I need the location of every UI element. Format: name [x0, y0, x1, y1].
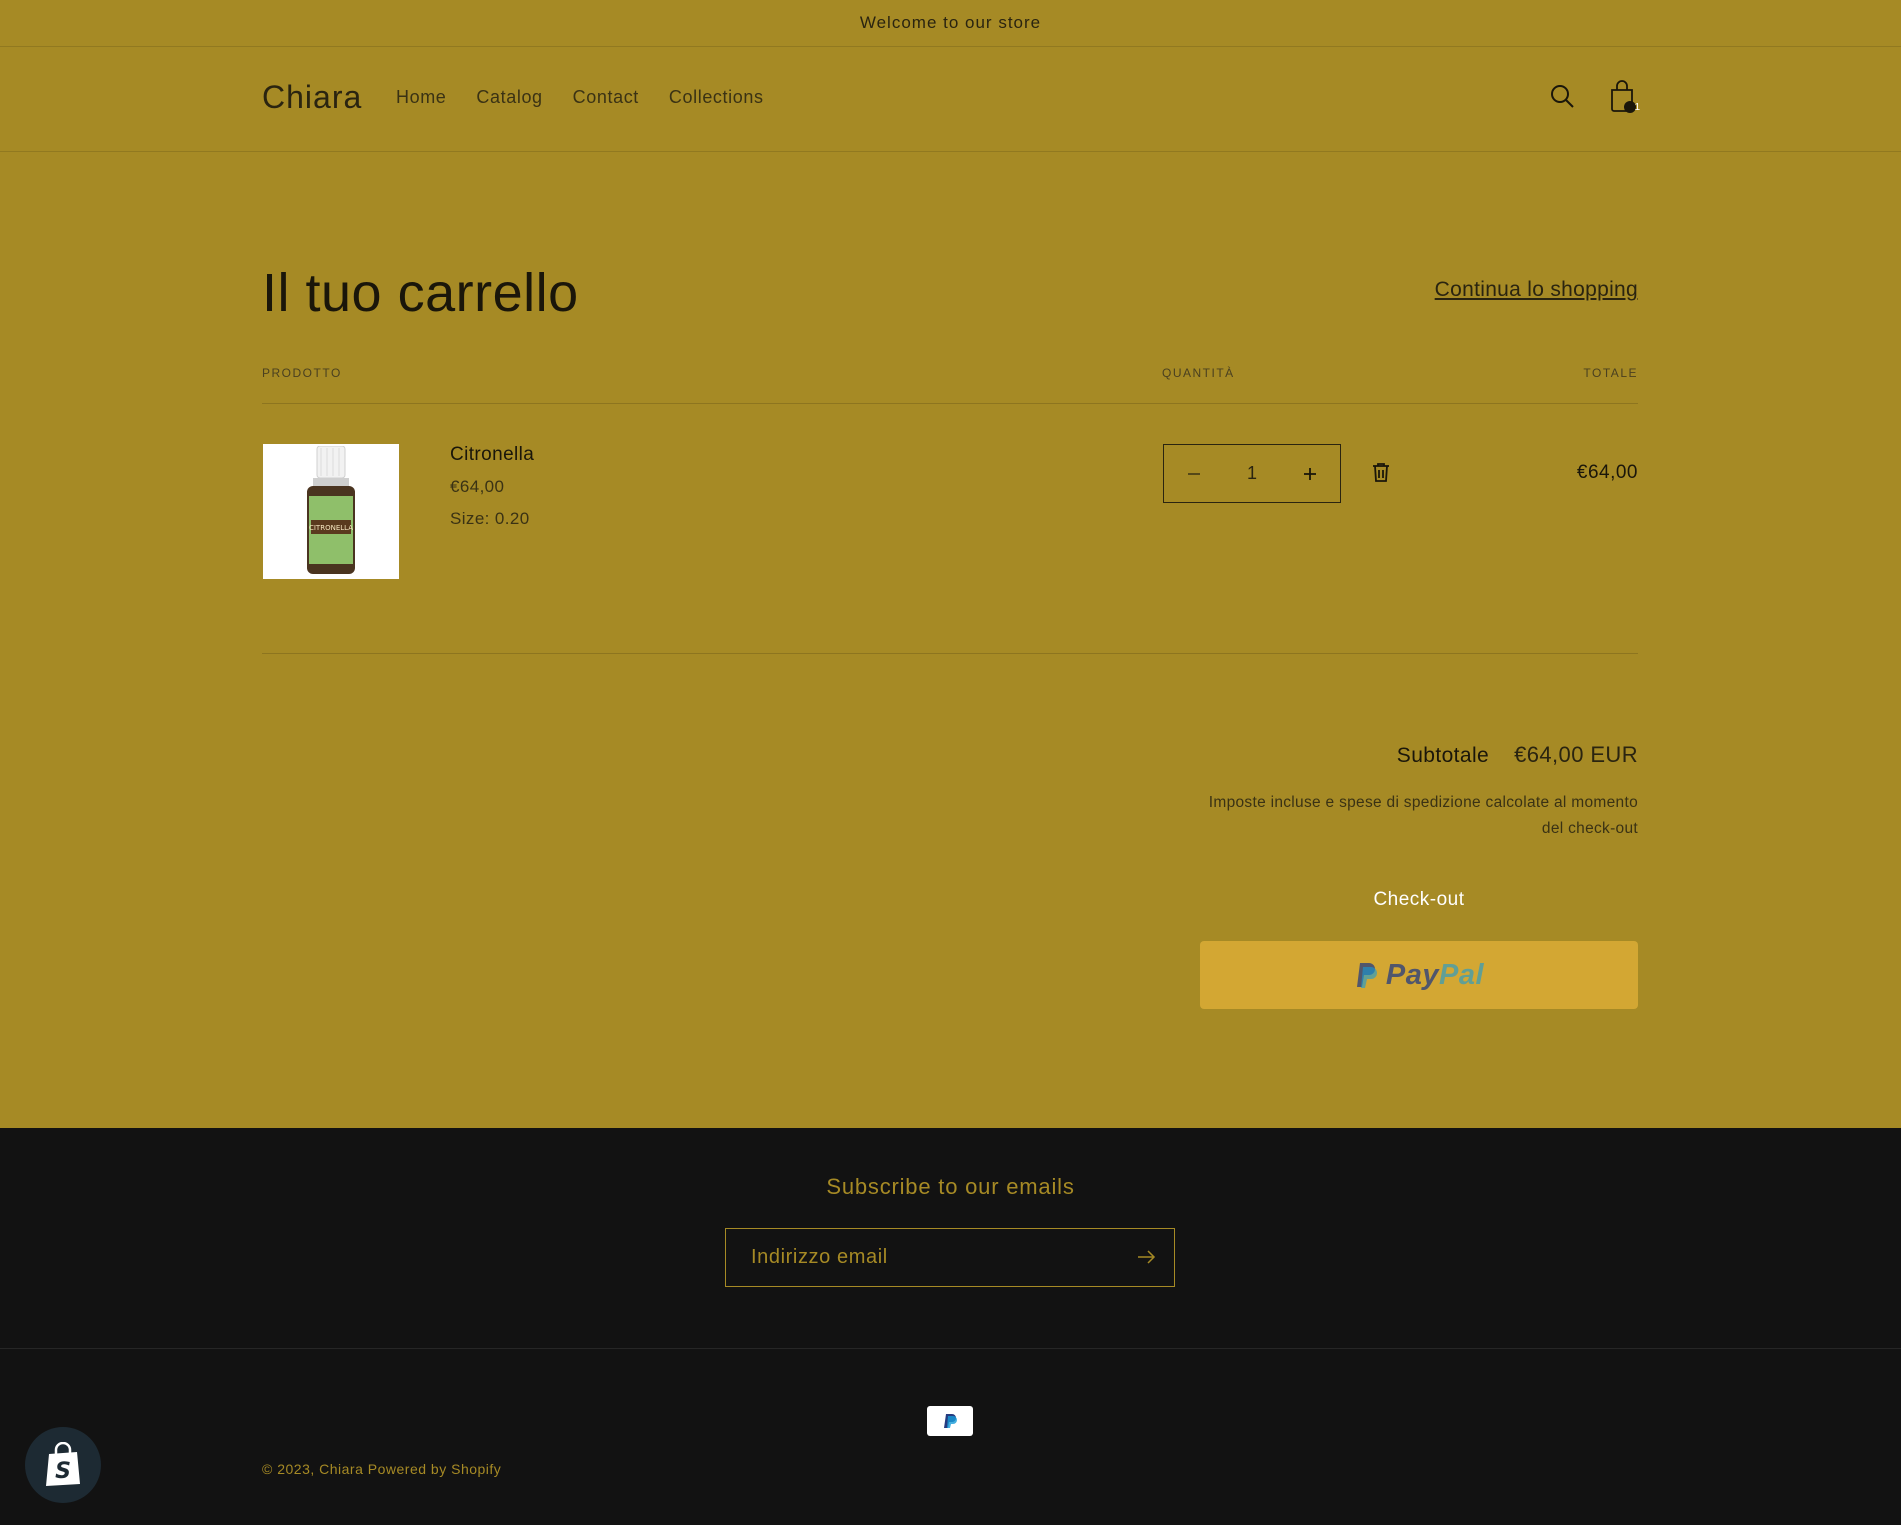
footer-divider	[0, 1348, 1901, 1349]
svg-text:S: S	[55, 1459, 71, 1484]
copyright: © 2023, Chiara Powered by Shopify	[262, 1461, 501, 1477]
copyright-brand-link[interactable]: Chiara	[319, 1461, 363, 1477]
quantity-stepper: 1	[1163, 444, 1341, 503]
nav-catalog[interactable]: Catalog	[476, 87, 542, 108]
page-title: Il tuo carrello	[262, 263, 579, 323]
checkout-button[interactable]: Check-out	[1200, 872, 1638, 927]
newsletter-title: Subscribe to our emails	[826, 1174, 1075, 1199]
paypal-payment-icon	[927, 1406, 973, 1436]
subtotal-label: Subtotale	[1396, 744, 1490, 767]
cart-page: Il tuo carrello Continua lo shopping PRO…	[0, 152, 1901, 1127]
copyright-prefix: © 2023,	[262, 1461, 315, 1477]
paypal-wordmark: PayPal	[1385, 958, 1485, 991]
nav-contact[interactable]: Contact	[573, 87, 639, 108]
product-image-label: CITRONELLA	[309, 524, 353, 532]
powered-by-link[interactable]: Powered by Shopify	[368, 1461, 502, 1477]
subtotal-row: Subtotale €64,00 EUR	[1198, 742, 1638, 768]
newsletter-form	[725, 1228, 1175, 1287]
trash-icon[interactable]	[1372, 462, 1394, 486]
subtotal-value: €64,00 EUR	[1514, 742, 1638, 767]
continue-shopping-link[interactable]: Continua lo shopping	[1435, 278, 1638, 302]
header-icons: 1	[1546, 79, 1640, 113]
cart-count-badge: 1	[1634, 102, 1640, 113]
product-price: €64,00	[450, 477, 505, 496]
product-name[interactable]: Citronella	[450, 444, 534, 466]
cart-table-header: PRODOTTO QUANTITÀ TOTALE	[262, 366, 1638, 404]
column-quantity: QUANTITÀ	[1162, 366, 1235, 380]
search-icon[interactable]	[1546, 79, 1578, 113]
store-logo[interactable]: Chiara	[262, 79, 362, 116]
announcement-bar: Welcome to our store	[0, 0, 1901, 47]
line-total: €64,00	[1576, 462, 1638, 483]
arrow-right-icon[interactable]	[1136, 1247, 1158, 1269]
site-header: Chiara Home Catalog Contact Collections …	[0, 47, 1901, 152]
paypal-icon	[1356, 963, 1377, 988]
cart-summary: Subtotale €64,00 EUR Imposte incluse e s…	[1198, 742, 1638, 1009]
column-product: PRODOTTO	[262, 366, 342, 380]
paypal-button[interactable]: PayPal	[1200, 941, 1638, 1009]
nav-collections[interactable]: Collections	[669, 87, 764, 108]
increase-quantity-button[interactable]	[1298, 462, 1322, 486]
announcement-text: Welcome to our store	[859, 13, 1042, 32]
product-size: Size: 0.20	[450, 509, 530, 528]
shopify-bag-icon[interactable]: S	[25, 1427, 101, 1503]
site-footer: Subscribe to our emails © 2023, Chiara P…	[0, 1128, 1901, 1525]
nav-home[interactable]: Home	[396, 87, 446, 108]
product-image[interactable]: CITRONELLA	[263, 444, 399, 579]
quantity-input[interactable]: 1	[1247, 463, 1257, 484]
email-field[interactable]	[726, 1229, 1116, 1286]
main-nav: Home Catalog Contact Collections	[396, 87, 764, 108]
decrease-quantity-button[interactable]	[1182, 462, 1206, 486]
cart-icon[interactable]: 1	[1606, 79, 1640, 113]
column-total: TOTALE	[1583, 366, 1638, 380]
cart-item-row: CITRONELLA Citronella €64,00 Size: 0.20 …	[262, 404, 1638, 654]
tax-note: Imposte incluse e spese di spedizione ca…	[1208, 794, 1638, 837]
